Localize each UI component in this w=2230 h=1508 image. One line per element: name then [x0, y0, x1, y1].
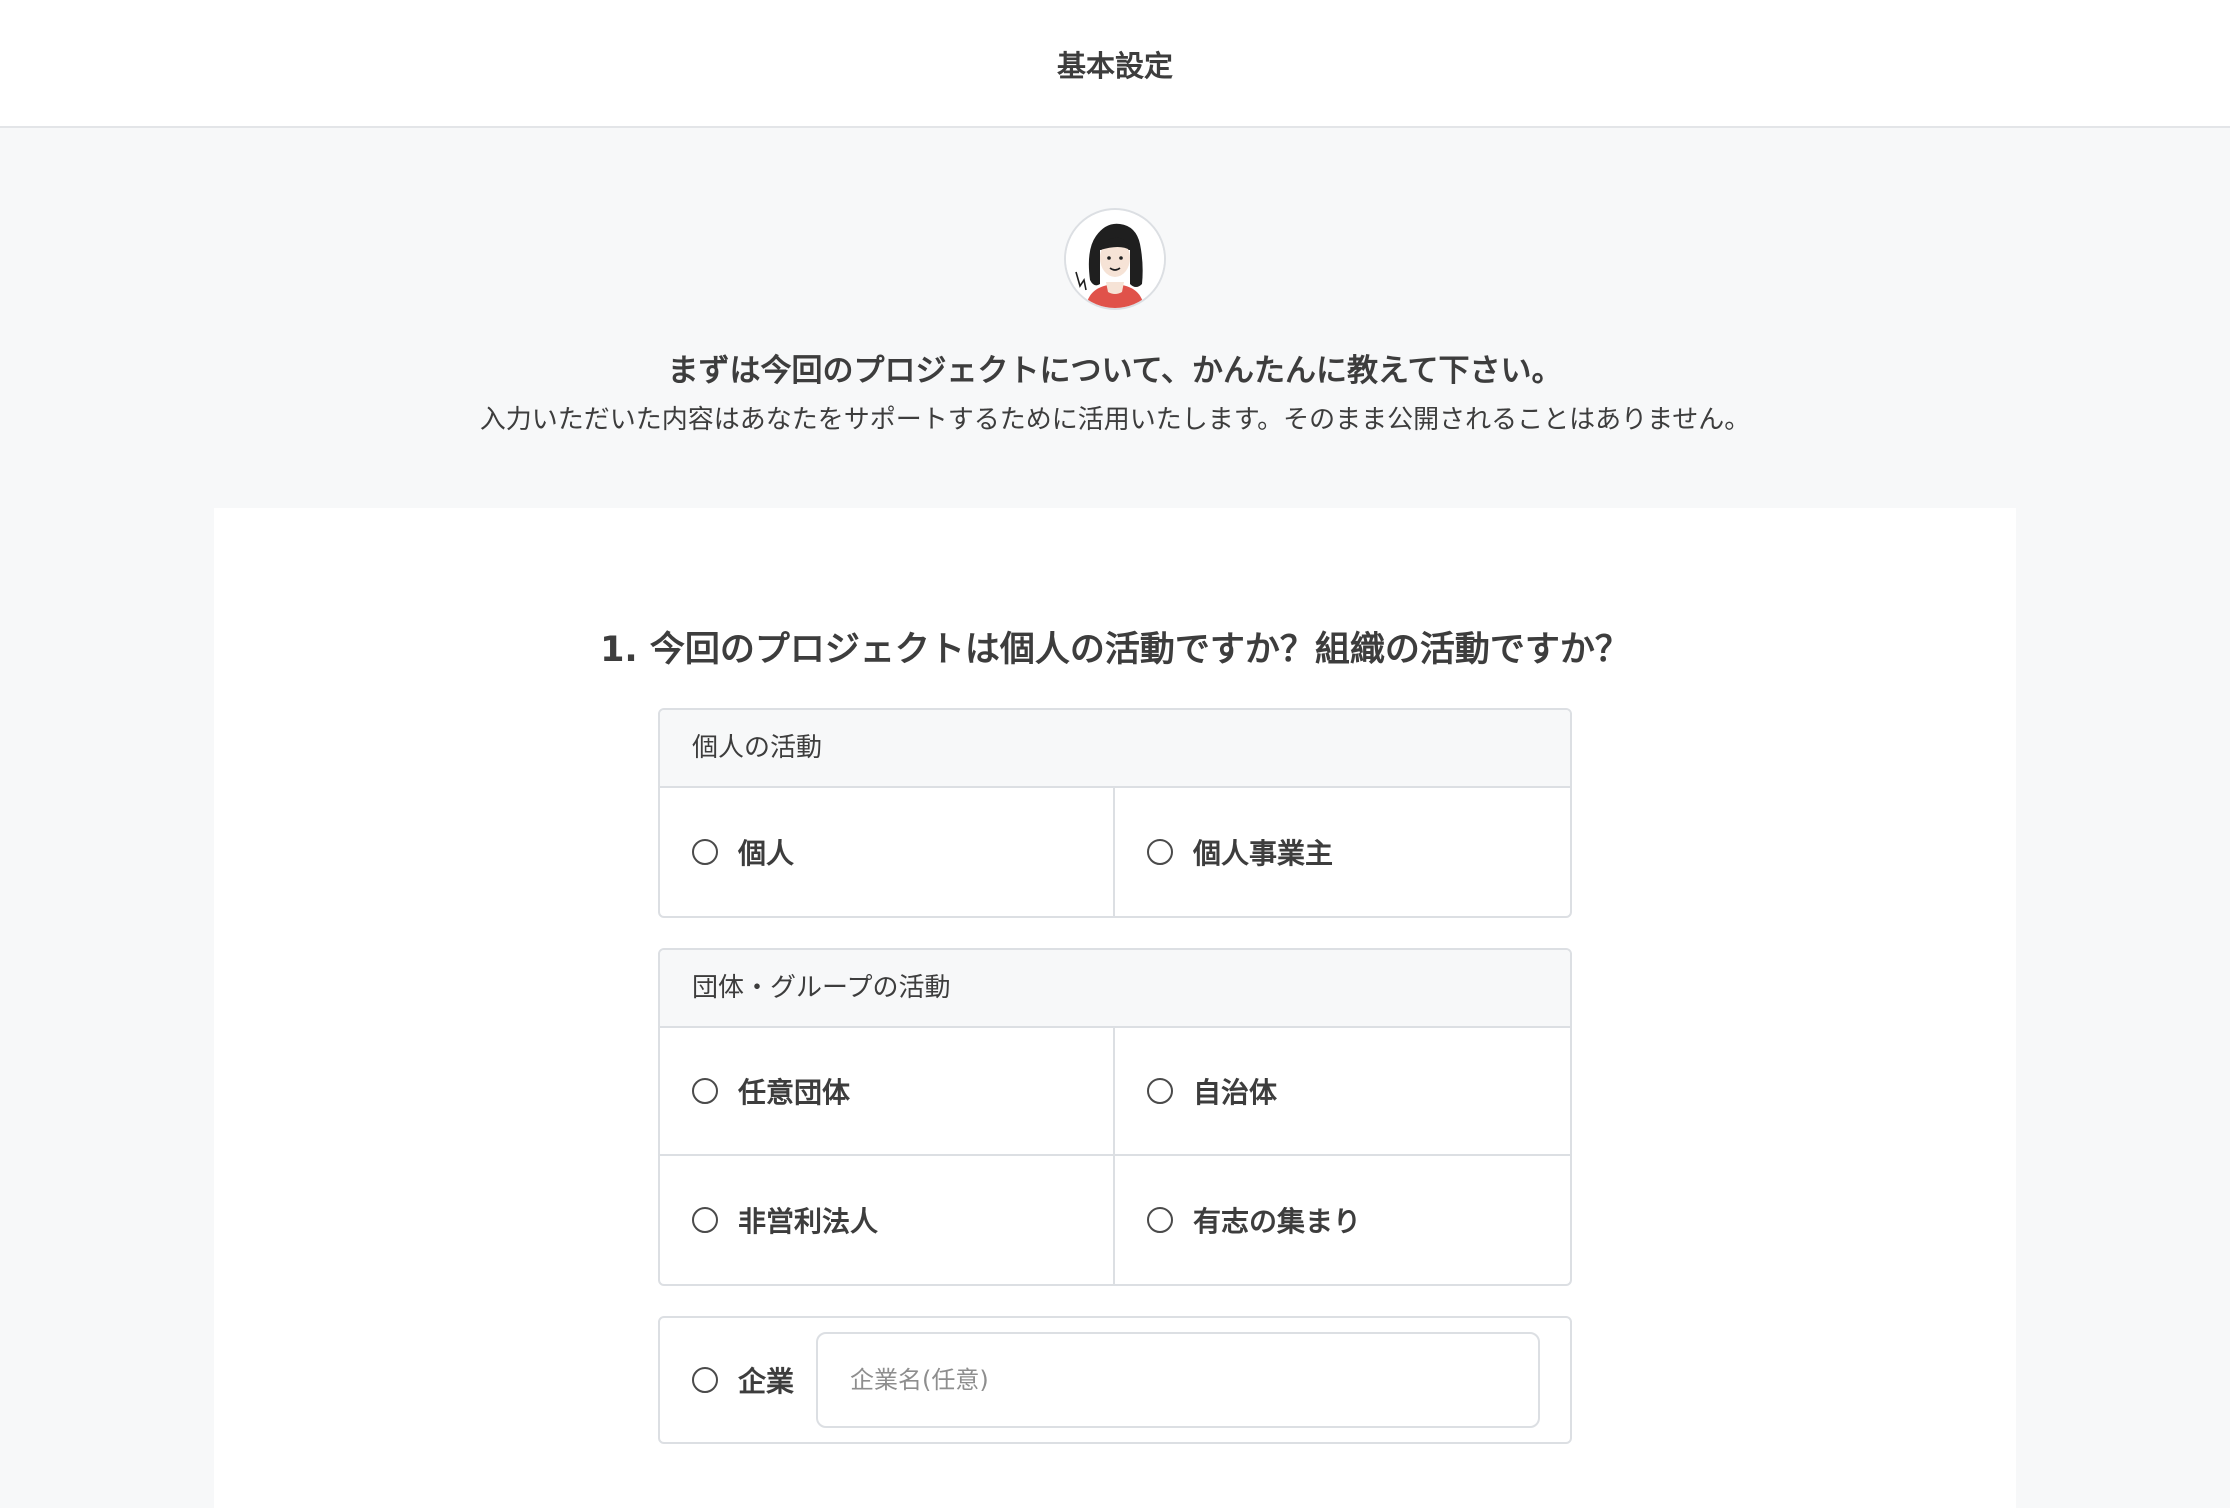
- option-label: 個人事業主: [1193, 837, 1334, 870]
- radio-button[interactable]: [692, 1207, 718, 1233]
- radio-button[interactable]: [692, 1367, 718, 1393]
- option-individual[interactable]: 個人: [660, 788, 1115, 916]
- avatar: [1064, 208, 1166, 310]
- company-name-input[interactable]: [816, 1332, 1541, 1428]
- radio-button[interactable]: [1147, 839, 1173, 865]
- group-individual: 個人の活動 個人 個人事業主: [658, 708, 1572, 918]
- group-heading: 個人の活動: [660, 710, 1570, 788]
- radio-button[interactable]: [1147, 1207, 1173, 1233]
- option-company[interactable]: 企業: [658, 1316, 1572, 1444]
- option-label: 有志の集まり: [1193, 1205, 1362, 1238]
- assistant-illustration-icon: [1066, 210, 1164, 308]
- question-title: 1. 今回のプロジェクトは個人の活動ですか？組織の活動ですか？: [600, 630, 1630, 670]
- radio-button[interactable]: [1147, 1078, 1173, 1104]
- option-label: 自治体: [1193, 1076, 1278, 1109]
- option-label: 企業: [738, 1365, 795, 1398]
- option-label: 任意団体: [738, 1076, 851, 1109]
- group-organization: 団体・グループの活動 任意団体 自治体 非営利法人 有志の集まり: [658, 948, 1572, 1286]
- page-title: 基本設定: [1056, 49, 1173, 83]
- radio-button[interactable]: [692, 1078, 718, 1104]
- option-nonprofit[interactable]: 非営利法人: [660, 1156, 1115, 1284]
- option-voluntary-group[interactable]: 任意団体: [660, 1028, 1115, 1156]
- option-sole-proprietor[interactable]: 個人事業主: [1115, 788, 1570, 916]
- option-municipality[interactable]: 自治体: [1115, 1028, 1570, 1156]
- option-volunteer-gathering[interactable]: 有志の集まり: [1115, 1156, 1570, 1284]
- option-label: 個人: [738, 837, 795, 870]
- option-label: 非営利法人: [738, 1205, 879, 1238]
- group-heading: 団体・グループの活動: [660, 950, 1570, 1028]
- intro-description: 入力いただいた内容はあなたをサポートするために活用いたします。そのまま公開される…: [479, 405, 1751, 435]
- intro-lead: まずは今回のプロジェクトについて、かんたんに教えて下さい。: [667, 353, 1563, 389]
- top-header: 基本設定: [0, 0, 2230, 128]
- radio-button[interactable]: [692, 839, 718, 865]
